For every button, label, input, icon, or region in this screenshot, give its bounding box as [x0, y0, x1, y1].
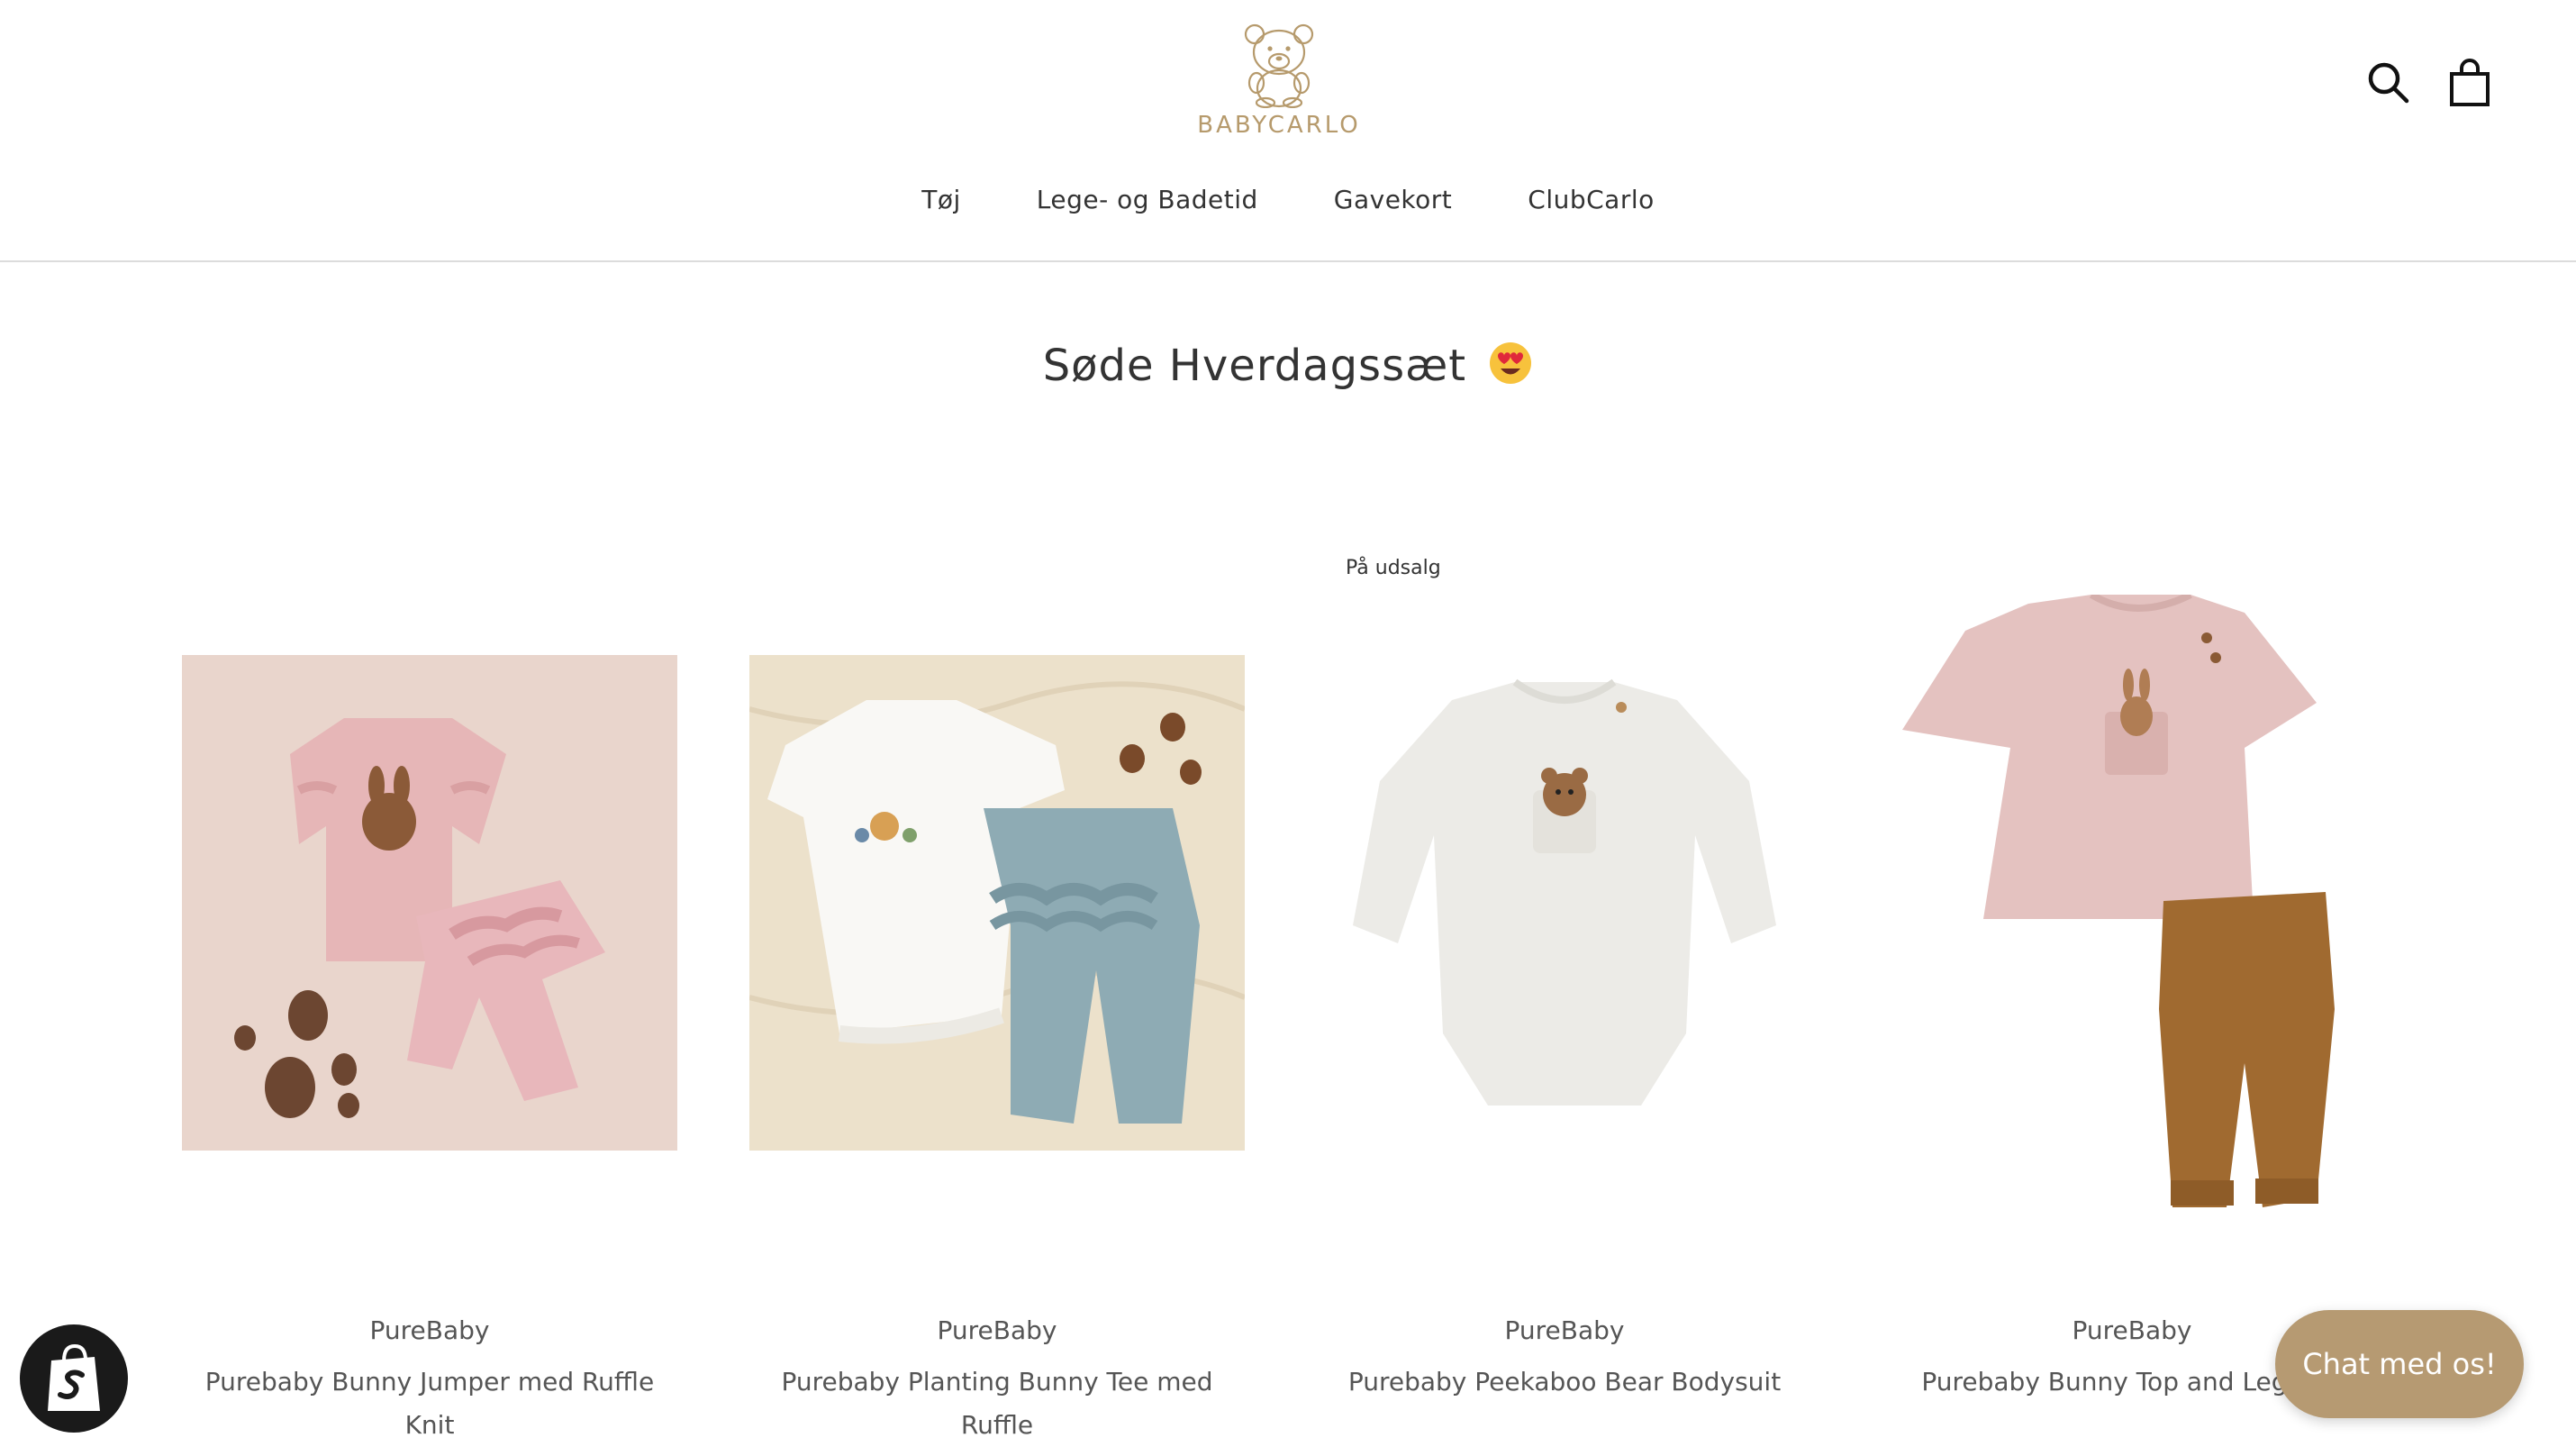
chat-button[interactable]: Chat med os! [2275, 1310, 2524, 1418]
product-title-line: Purebaby Bunny Jumper med Ruffle Knit [204, 1367, 655, 1440]
section-title-text: Søde Hverdagssæt [1042, 341, 1467, 391]
product-vendor: PureBaby [937, 1315, 1057, 1345]
site-header: BABYCARLO Tøj Lege- og Badetid Gavekort … [0, 0, 2576, 262]
shopping-bag-icon[interactable] [2444, 58, 2495, 108]
logo-text: BABYCARLO [1197, 112, 1361, 139]
teddy-bear-logo-icon [1244, 23, 1314, 108]
product-image[interactable] [1317, 655, 1812, 1151]
shopify-bag-icon [48, 1343, 100, 1411]
heart-eyes-emoji-icon [1488, 341, 1533, 396]
product-title-line: Purebaby Peekaboo Bear Bodysuit [1347, 1367, 1782, 1397]
product-title[interactable]: Purebaby Peekaboo Bear Bodysuit [1317, 1360, 1812, 1404]
product-image[interactable] [182, 655, 677, 1151]
nav-item-clubcarlo[interactable]: ClubCarlo [1490, 185, 1692, 214]
sale-badge: På udsalg [1346, 557, 1441, 579]
product-title-line: Purebaby Planting Bunny Tee med Ruffle [781, 1367, 1213, 1440]
shopify-badge[interactable] [20, 1324, 128, 1433]
product-image[interactable] [1884, 591, 2380, 1225]
product-image[interactable] [748, 655, 1247, 1151]
logo[interactable]: BABYCARLO [1189, 22, 1369, 148]
main-navigation: Tøj Lege- og Badetid Gavekort ClubCarlo [0, 185, 2576, 214]
product-vendor: PureBaby [1504, 1315, 1625, 1345]
product-title-line: Leggings [749, 1447, 1245, 1456]
product-title[interactable]: Purebaby Bunny Jumper med Ruffle Knit Le… [182, 1360, 677, 1456]
nav-item-lege-og-badetid[interactable]: Lege- og Badetid [999, 185, 1296, 214]
product-vendor: PureBaby [369, 1315, 490, 1345]
nav-item-toj[interactable]: Tøj [884, 185, 999, 214]
nav-item-gavekort[interactable]: Gavekort [1296, 185, 1491, 214]
product-title[interactable]: Purebaby Planting Bunny Tee med Ruffle L… [749, 1360, 1245, 1456]
section-title: Søde Hverdagssæt [0, 341, 2576, 396]
search-icon[interactable] [2363, 58, 2414, 108]
product-title-line: Leggings [182, 1447, 677, 1456]
